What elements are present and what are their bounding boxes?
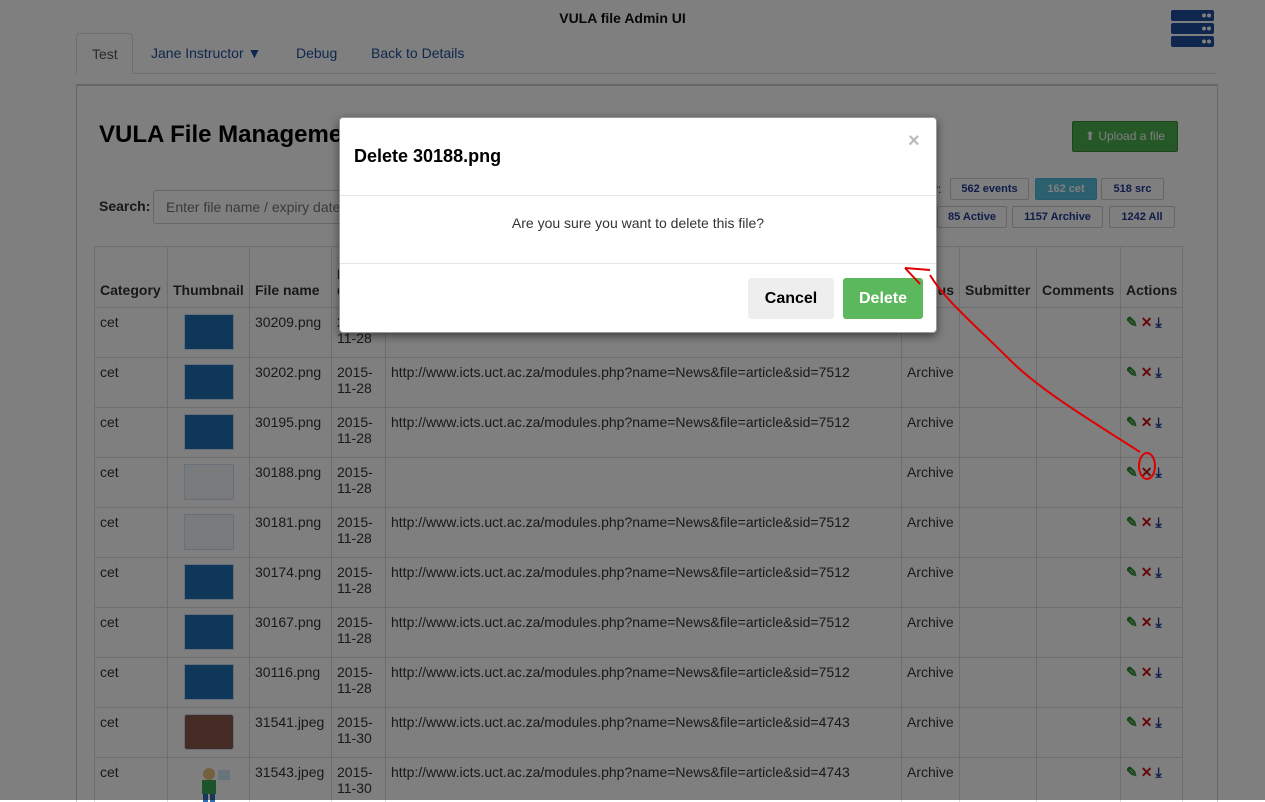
delete-confirm-dialog: Delete 30188.png × Are you sure you want… — [339, 117, 937, 333]
modal-message: Are you sure you want to delete this fil… — [340, 215, 936, 231]
cancel-button[interactable]: Cancel — [748, 278, 834, 319]
modal-header-divider — [340, 195, 936, 196]
modal-title: Delete 30188.png — [354, 146, 501, 167]
close-icon[interactable]: × — [908, 130, 920, 153]
delete-button[interactable]: Delete — [843, 278, 923, 319]
modal-footer-divider — [340, 263, 936, 264]
